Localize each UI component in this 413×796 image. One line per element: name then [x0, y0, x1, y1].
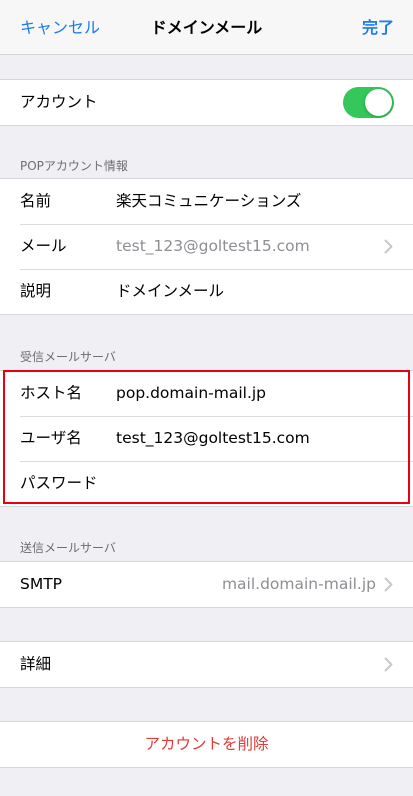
account-toggle-row: アカウント: [0, 80, 413, 125]
incoming-server-group: ホスト名 pop.domain-mail.jp ユーザ名 test_123@go…: [0, 370, 413, 507]
username-row[interactable]: ユーザ名 test_123@goltest15.com: [0, 416, 413, 461]
mail-row[interactable]: メール test_123@goltest15.com: [0, 224, 413, 269]
smtp-value: mail.domain-mail.jp: [221, 575, 376, 593]
password-label: パスワード: [20, 474, 98, 492]
advanced-group: 詳細: [0, 641, 413, 688]
host-row[interactable]: ホスト名 pop.domain-mail.jp: [0, 371, 413, 416]
done-button[interactable]: 完了: [362, 0, 394, 55]
outgoing-server-group: SMTP mail.domain-mail.jp: [0, 561, 413, 608]
description-row[interactable]: 説明 ドメインメール: [0, 269, 413, 314]
account-toggle[interactable]: [343, 87, 394, 118]
chevron-right-icon: [384, 239, 393, 254]
incoming-server-header: 受信メールサーバ: [20, 350, 116, 364]
chevron-right-icon: [384, 657, 393, 672]
mail-label: メール: [20, 237, 67, 255]
host-field[interactable]: pop.domain-mail.jp: [116, 371, 266, 416]
chevron-right-icon: [384, 577, 393, 592]
name-row[interactable]: 名前 楽天コミュニケーションズ: [0, 179, 413, 224]
name-field[interactable]: 楽天コミュニケーションズ: [116, 179, 301, 224]
account-group: アカウント: [0, 79, 413, 126]
advanced-label: 詳細: [20, 655, 52, 673]
description-field[interactable]: ドメインメール: [116, 269, 224, 314]
delete-account-row: アカウントを削除: [0, 722, 413, 767]
delete-group: アカウントを削除: [0, 721, 413, 768]
host-label: ホスト名: [20, 384, 83, 402]
smtp-row[interactable]: SMTP mail.domain-mail.jp: [0, 562, 413, 607]
outgoing-server-header: 送信メールサーバ: [20, 541, 116, 555]
delete-account-button[interactable]: アカウントを削除: [0, 722, 413, 767]
page-title: ドメインメール: [150, 18, 263, 37]
advanced-row[interactable]: 詳細: [0, 642, 413, 687]
username-field[interactable]: test_123@goltest15.com: [116, 416, 310, 461]
mail-account-settings-screen: キャンセル ドメインメール 完了 アカウント POPアカウント情報 名前 楽天コ…: [0, 0, 413, 796]
pop-info-group: 名前 楽天コミュニケーションズ メール test_123@goltest15.c…: [0, 178, 413, 315]
navigation-bar: キャンセル ドメインメール 完了: [0, 0, 413, 55]
account-label: アカウント: [20, 93, 98, 111]
smtp-label: SMTP: [20, 575, 63, 593]
password-row[interactable]: パスワード: [0, 461, 413, 506]
username-label: ユーザ名: [20, 429, 82, 447]
pop-info-header: POPアカウント情報: [20, 159, 128, 173]
description-label: 説明: [20, 282, 52, 300]
toggle-knob: [365, 89, 392, 116]
mail-value: test_123@goltest15.com: [116, 237, 310, 255]
name-label: 名前: [20, 192, 52, 210]
